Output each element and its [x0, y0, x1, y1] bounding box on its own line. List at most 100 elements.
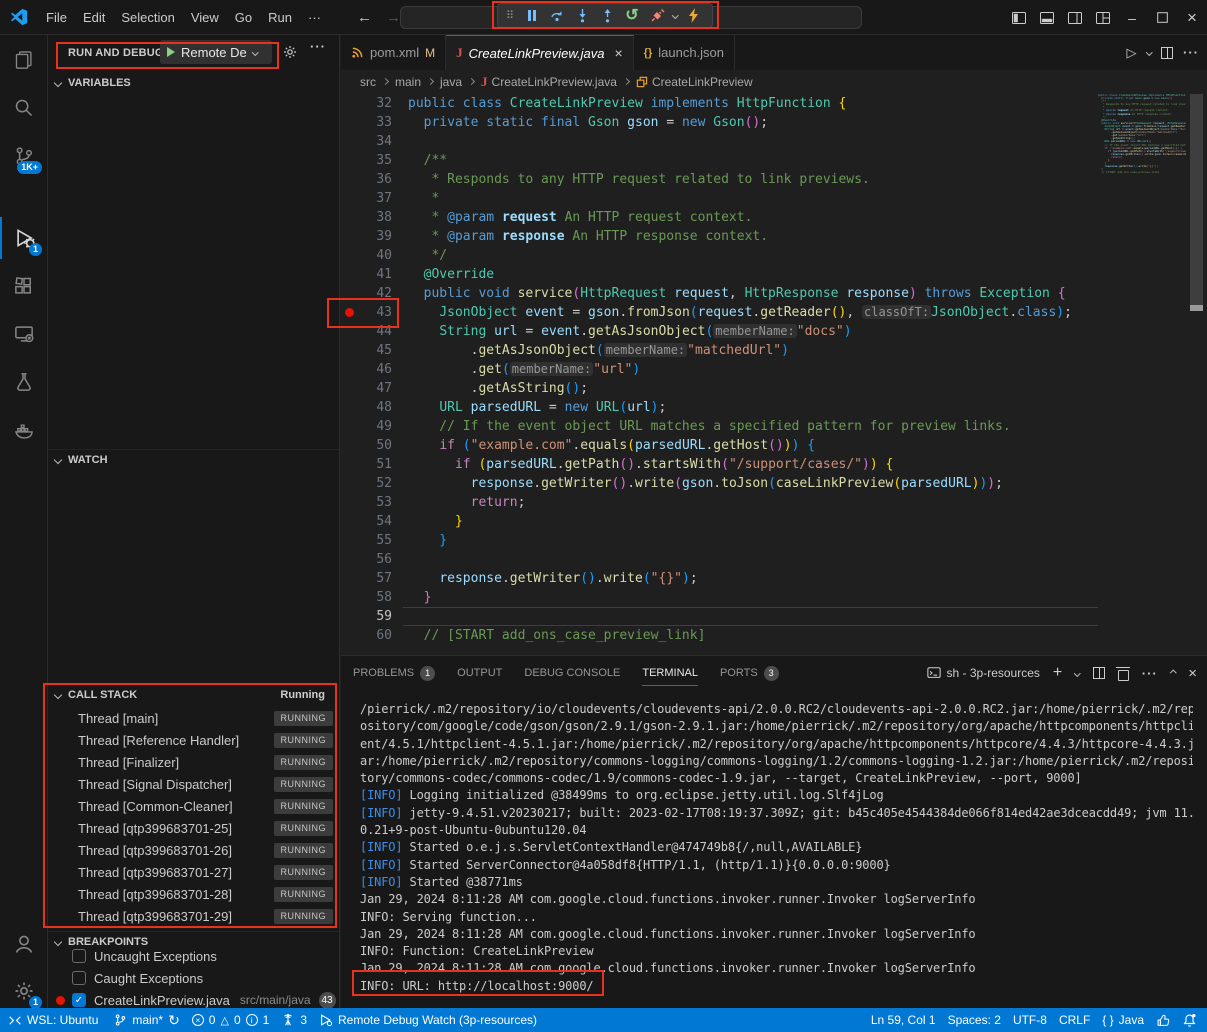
code-line-40[interactable]: 40 */ [341, 246, 1098, 265]
menu-item-run[interactable]: Run [260, 7, 300, 28]
thread-row[interactable]: Thread [qtp399683701-29]RUNNING [48, 905, 339, 927]
tab-pom-xml[interactable]: pom.xmlM [341, 35, 446, 70]
line-number[interactable]: 54 [358, 514, 392, 529]
hot-code-replace-icon[interactable] [685, 7, 703, 25]
step-into-icon[interactable] [573, 7, 591, 25]
thread-row[interactable]: Thread [main]RUNNING [48, 707, 339, 729]
explorer-icon[interactable] [0, 39, 48, 81]
panel-tab-ports[interactable]: PORTS3 [720, 656, 779, 690]
line-number[interactable]: 41 [358, 267, 392, 282]
code-line-37[interactable]: 37 * [341, 189, 1098, 208]
settings-gear-icon[interactable]: 1 [0, 970, 48, 1012]
breakpoint-margin[interactable] [341, 308, 358, 317]
panel-tab-output[interactable]: OUTPUT [457, 656, 502, 690]
scrollbar-thumb[interactable] [1190, 94, 1203, 310]
thread-row[interactable]: Thread [Common-Cleaner]RUNNING [48, 795, 339, 817]
breakpoint-uncaught-exceptions[interactable]: Uncaught Exceptions [48, 945, 339, 967]
panel-more-icon[interactable]: ··· [1142, 666, 1158, 681]
line-number[interactable]: 46 [358, 362, 392, 377]
thread-row[interactable]: Thread [qtp399683701-25]RUNNING [48, 817, 339, 839]
testing-icon[interactable] [0, 361, 48, 403]
code-line-58[interactable]: 58 } [341, 588, 1098, 607]
code-line-50[interactable]: 50 if ("example.com".equals(parsedURL.ge… [341, 436, 1098, 455]
code-editor[interactable]: 32public class CreateLinkPreview impleme… [341, 94, 1098, 654]
minimap[interactable]: public class CreateLinkPreview implement… [1098, 94, 1186, 654]
run-and-debug-icon[interactable]: 1 [0, 217, 48, 259]
menu-item-view[interactable]: View [183, 7, 227, 28]
line-number[interactable]: 51 [358, 457, 392, 472]
code-line-45[interactable]: 45 .getAsJsonObject(memberName:"matchedU… [341, 341, 1098, 360]
panel-tab-problems[interactable]: PROBLEMS1 [353, 656, 435, 690]
forward-icon[interactable]: → [386, 9, 401, 26]
line-number[interactable]: 53 [358, 495, 392, 510]
pause-icon[interactable] [523, 7, 541, 25]
source-control-icon[interactable]: 1K+ [0, 135, 48, 177]
code-line-42[interactable]: 42 public void service(HttpRequest reque… [341, 284, 1098, 303]
line-number[interactable]: 44 [358, 324, 392, 339]
breadcrumb-item-main[interactable]: main [395, 75, 421, 89]
toggle-panel-icon[interactable] [1033, 0, 1061, 35]
code-line-51[interactable]: 51 if (parsedURL.getPath().startsWith("/… [341, 455, 1098, 474]
code-line-56[interactable]: 56 [341, 550, 1098, 569]
code-line-38[interactable]: 38 * @param request An HTTP request cont… [341, 208, 1098, 227]
notifications-item[interactable] [1176, 1008, 1207, 1032]
terminal-output[interactable]: /pierrick/.m2/repository/io/cloudevents/… [360, 701, 1193, 1008]
close-tab-icon[interactable]: × [614, 45, 622, 61]
remote-explorer-icon[interactable] [0, 313, 48, 355]
start-debug-icon[interactable] [167, 47, 175, 57]
breadcrumb-item-createlinkpreview[interactable]: CreateLinkPreview [636, 75, 753, 89]
code-line-60[interactable]: 60 // [START add_ons_case_preview_link] [341, 626, 1098, 645]
breadcrumb-item-src[interactable]: src [360, 75, 376, 89]
back-icon[interactable]: ← [357, 9, 372, 26]
line-number[interactable]: 33 [358, 115, 392, 130]
split-terminal-icon[interactable] [1093, 667, 1105, 679]
breadcrumb-item-createlinkpreview-java[interactable]: JCreateLinkPreview.java [481, 74, 617, 90]
watch-section-header[interactable]: WATCH [48, 449, 339, 469]
code-line-52[interactable]: 52 response.getWriter().write(gson.toJso… [341, 474, 1098, 493]
breakpoint-file-entry[interactable]: ✓ CreateLinkPreview.java src/main/java 4… [48, 989, 339, 1008]
menu-item-file[interactable]: File [38, 7, 75, 28]
breakpoint-caught-exceptions[interactable]: Caught Exceptions [48, 967, 339, 989]
thread-row[interactable]: Thread [qtp399683701-28]RUNNING [48, 883, 339, 905]
code-line-35[interactable]: 35 /** [341, 151, 1098, 170]
thread-row[interactable]: Thread [Signal Dispatcher]RUNNING [48, 773, 339, 795]
drag-handle-icon[interactable]: ⠿ [504, 7, 516, 25]
indentation-item[interactable]: Spaces: 2 [942, 1008, 1007, 1032]
code-line-46[interactable]: 46 .get(memberName:"url") [341, 360, 1098, 379]
step-out-icon[interactable] [598, 7, 616, 25]
panel-tab-debug-console[interactable]: DEBUG CONSOLE [524, 656, 620, 690]
language-mode-item[interactable]: { } Java [1096, 1008, 1150, 1032]
line-number[interactable]: 39 [358, 229, 392, 244]
line-number[interactable]: 52 [358, 476, 392, 491]
new-terminal-icon[interactable]: + [1053, 664, 1062, 682]
line-number[interactable]: 34 [358, 134, 392, 149]
terminal-selector[interactable]: sh - 3p-resources [927, 666, 1040, 680]
menu-item-selection[interactable]: Selection [113, 7, 182, 28]
code-line-33[interactable]: 33 private static final Gson gson = new … [341, 113, 1098, 132]
git-branch-item[interactable]: main* ↻ [108, 1008, 185, 1032]
checkbox-unchecked[interactable] [72, 949, 86, 963]
panel-tab-terminal[interactable]: TERMINAL [642, 656, 698, 690]
thread-row[interactable]: Thread [Reference Handler]RUNNING [48, 729, 339, 751]
sync-icon[interactable]: ↻ [168, 1012, 180, 1029]
checkbox-checked[interactable]: ✓ [72, 993, 86, 1007]
code-line-41[interactable]: 41 @Override [341, 265, 1098, 284]
menu-item-[interactable]: ··· [300, 7, 329, 28]
eol-item[interactable]: CRLF [1053, 1008, 1096, 1032]
line-number[interactable]: 60 [358, 628, 392, 643]
line-number[interactable]: 38 [358, 210, 392, 225]
line-number[interactable]: 58 [358, 590, 392, 605]
tab-createlinkpreview-java[interactable]: JCreateLinkPreview.java× [446, 35, 634, 70]
views-more-icon[interactable]: ··· [310, 39, 326, 54]
code-line-59[interactable]: 59 [341, 607, 1098, 626]
maximize-panel-icon[interactable] [1170, 670, 1176, 676]
code-line-32[interactable]: 32public class CreateLinkPreview impleme… [341, 94, 1098, 113]
line-number[interactable]: 47 [358, 381, 392, 396]
code-line-47[interactable]: 47 .getAsString(); [341, 379, 1098, 398]
customize-layout-icon[interactable] [1089, 0, 1117, 35]
java-status-item[interactable] [1150, 1008, 1176, 1032]
debug-dropdown-chevron-icon[interactable] [672, 12, 678, 18]
encoding-item[interactable]: UTF-8 [1007, 1008, 1053, 1032]
line-number[interactable]: 57 [358, 571, 392, 586]
menu-item-edit[interactable]: Edit [75, 7, 113, 28]
